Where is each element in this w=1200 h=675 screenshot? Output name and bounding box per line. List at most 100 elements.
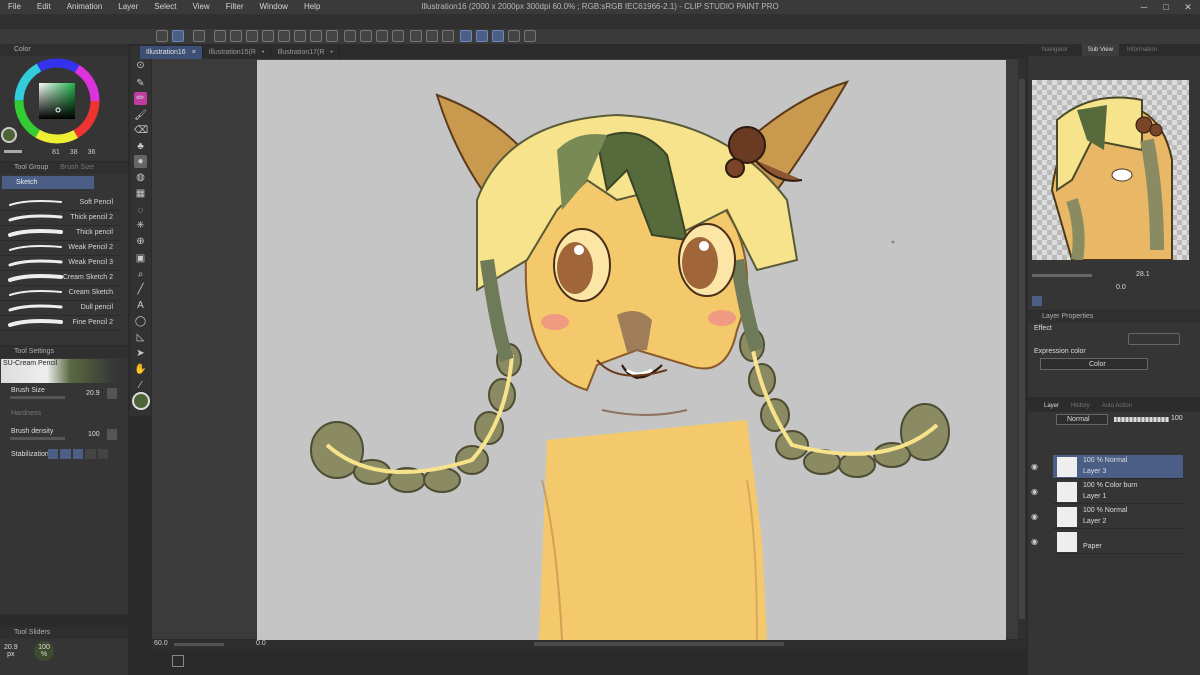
tab-navigator[interactable]: Navigator <box>1028 44 1082 56</box>
layer-visibility-icon[interactable]: ◉ <box>1031 462 1038 471</box>
blend-icon[interactable]: ● <box>134 155 147 168</box>
move-layer-icon[interactable]: ⊕ <box>134 235 147 248</box>
text-icon[interactable]: A <box>134 299 147 312</box>
select-icon[interactable] <box>344 30 356 42</box>
angle-readout[interactable]: 0.0 <box>256 640 266 647</box>
share-icon[interactable] <box>294 30 306 42</box>
pen-icon[interactable]: ✎ <box>134 77 147 90</box>
undo-icon[interactable] <box>310 30 322 42</box>
navigator-zoom-value[interactable]: 28.1 <box>1136 271 1150 278</box>
brush-list-item[interactable]: Cream Sketch <box>0 286 122 301</box>
menu-filter[interactable]: Filter <box>218 0 252 14</box>
lasso-tool-icon[interactable]: ◌ <box>134 204 147 217</box>
tab-history[interactable]: History <box>1065 400 1096 412</box>
brush-list-item[interactable]: Dull pencil <box>0 301 122 316</box>
export-icon[interactable] <box>262 30 274 42</box>
snap-special-icon[interactable] <box>492 30 504 42</box>
menu-layer[interactable]: Layer <box>110 0 146 14</box>
menu-view[interactable]: View <box>185 0 218 14</box>
brush-density-value[interactable]: 100 <box>88 431 100 438</box>
transparent-swatch[interactable] <box>4 150 22 153</box>
layer-row[interactable]: 100 % Normal Layer 2 <box>1053 505 1183 529</box>
tab-document-1[interactable]: Illustration15(R • <box>203 46 272 59</box>
layer-visibility-icon[interactable]: ◉ <box>1031 512 1038 521</box>
print-icon[interactable] <box>278 30 290 42</box>
deselect-icon[interactable] <box>426 30 438 42</box>
line-icon[interactable]: ╱ <box>134 283 147 296</box>
color-wheel[interactable] <box>14 58 100 144</box>
density-slider-readout[interactable]: 100 % <box>34 641 54 661</box>
save-icon[interactable] <box>246 30 258 42</box>
sketch-group-tab[interactable]: Sketch <box>2 176 94 189</box>
brush-list-item[interactable]: Fine Pencil 2 <box>0 316 122 331</box>
current-color-icon[interactable] <box>132 392 150 410</box>
fill-tool-icon[interactable]: ◍ <box>134 171 147 184</box>
expression-color-select[interactable]: Color <box>1040 358 1148 370</box>
tab-close-icon[interactable]: • <box>330 46 332 59</box>
menu-help[interactable]: Help <box>296 0 328 14</box>
tab-layer[interactable]: Layer <box>1028 400 1065 412</box>
effect-buttons[interactable] <box>1128 333 1180 345</box>
fill-icon[interactable] <box>376 30 388 42</box>
tab-auto-action[interactable]: Auto Action <box>1096 400 1138 412</box>
tab-document-2[interactable]: Illustration17(R • <box>271 46 340 59</box>
tab-close-icon[interactable]: × <box>192 46 196 59</box>
tab-information[interactable]: Information <box>1119 44 1165 56</box>
maximize-icon[interactable]: □ <box>1156 0 1176 14</box>
ruler-icon[interactable]: ◺ <box>134 331 147 344</box>
brush-toggle-icon[interactable] <box>172 30 184 42</box>
tab-close-icon[interactable]: • <box>262 46 264 59</box>
tab-document-0[interactable]: Illustration16 × <box>140 46 203 59</box>
tab-sub-view[interactable]: Sub View <box>1081 44 1119 56</box>
eyedropper-icon[interactable]: ⁄ <box>134 379 147 392</box>
3d-icon[interactable] <box>508 30 520 42</box>
stabilization-slider[interactable] <box>48 449 109 459</box>
size-slider-readout[interactable]: 20.9 px <box>4 644 18 658</box>
snap-ruler-icon[interactable] <box>460 30 472 42</box>
brush-list-item[interactable]: Weak Pencil 2 <box>0 241 122 256</box>
brush-list-item[interactable]: Thick pencil 2 <box>0 211 122 226</box>
brush-list-item[interactable]: Soft Pencil <box>0 196 122 211</box>
open-file-icon[interactable] <box>230 30 242 42</box>
zoom-slider[interactable] <box>174 643 224 646</box>
new-file-icon[interactable] <box>214 30 226 42</box>
balloon-icon[interactable]: ◯ <box>134 315 147 328</box>
invert-icon[interactable] <box>442 30 454 42</box>
close-icon[interactable]: ✕ <box>1178 0 1198 14</box>
opacity-slider[interactable] <box>1114 417 1169 422</box>
navigator-rotation-value[interactable]: 0.0 <box>1116 284 1126 291</box>
snap-grid-icon[interactable] <box>476 30 488 42</box>
sub-view-preview[interactable] <box>1032 80 1189 261</box>
eyedropper-sub-icon[interactable] <box>1032 296 1042 306</box>
clear-icon[interactable] <box>410 30 422 42</box>
brush-density-dropdown-icon[interactable] <box>107 429 117 440</box>
refresh-icon[interactable] <box>524 30 536 42</box>
redo-icon[interactable] <box>326 30 338 42</box>
drawing-canvas[interactable] <box>257 60 1006 640</box>
layer-visibility-icon[interactable]: ◉ <box>1031 537 1038 546</box>
hand-icon[interactable]: ✋ <box>134 363 147 376</box>
brush-size-dropdown-icon[interactable] <box>107 388 117 399</box>
timeline-icon[interactable] <box>172 655 184 667</box>
brush-density-slider[interactable] <box>10 437 65 440</box>
menu-file[interactable]: File <box>0 0 29 14</box>
minimize-icon[interactable]: ─ <box>1134 0 1154 14</box>
magic-wand-icon[interactable]: ✳ <box>134 219 147 232</box>
view-icon[interactable] <box>193 30 205 42</box>
gradient-icon[interactable]: ▦ <box>134 187 147 200</box>
layer-row[interactable]: 100 % Color burn Layer 1 <box>1053 480 1183 504</box>
zoom-readout[interactable]: 60.0 <box>154 640 168 647</box>
layer-row[interactable]: 100 % Normal Layer 3 <box>1053 455 1183 479</box>
decoration-icon[interactable]: ♣ <box>134 140 147 153</box>
menu-animation[interactable]: Animation <box>59 0 111 14</box>
menu-edit[interactable]: Edit <box>29 0 59 14</box>
hand-scroll-icon[interactable]: ⊙ <box>134 59 147 72</box>
menu-select[interactable]: Select <box>146 0 184 14</box>
navigator-zoom-slider[interactable] <box>1032 274 1092 277</box>
pencil-icon[interactable]: ✏ <box>134 92 147 105</box>
opacity-value[interactable]: 100 <box>1171 415 1183 422</box>
brush-size-value[interactable]: 20.9 <box>86 390 100 397</box>
layer-row[interactable]: Paper <box>1053 530 1183 554</box>
layer-visibility-icon[interactable]: ◉ <box>1031 487 1038 496</box>
eyedropper-zoom-icon[interactable]: ⌕ <box>134 268 147 281</box>
